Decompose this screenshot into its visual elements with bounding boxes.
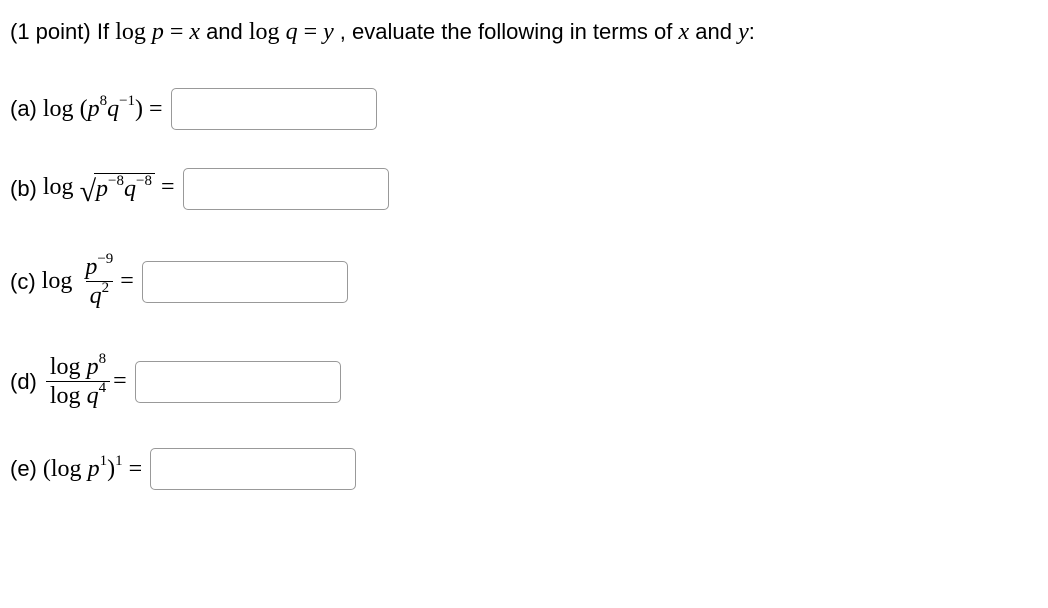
part-c-equals: =: [120, 268, 134, 295]
part-c-label: (c): [10, 269, 36, 295]
intro-x2: x: [679, 19, 690, 45]
intro-log-p: log: [115, 19, 152, 45]
part-b-label: (b): [10, 176, 37, 202]
part-b-equals: =: [155, 174, 175, 200]
part-d-num-p: p: [87, 354, 99, 380]
part-a-close: ) =: [135, 96, 163, 122]
part-a: (a) log (p8q−1) =: [10, 86, 1038, 132]
part-b-q-exp: −8: [136, 173, 152, 189]
part-b-input[interactable]: [183, 168, 389, 210]
part-e-open: (: [43, 456, 51, 482]
intro-colon: :: [749, 19, 755, 44]
intro-eq2: =: [298, 19, 324, 45]
part-d-den-exp: 4: [99, 380, 107, 396]
intro-tail: , evaluate the following in terms of: [340, 19, 679, 44]
part-a-input[interactable]: [171, 88, 377, 130]
part-d-num-log: log: [50, 354, 87, 380]
part-c-log: log: [42, 268, 79, 295]
part-e-close: ): [107, 456, 115, 482]
part-d-input[interactable]: [135, 361, 341, 403]
part-a-q: q: [107, 96, 119, 122]
intro-and: and: [206, 19, 249, 44]
part-e-outer-exp: 1: [115, 453, 123, 469]
part-c-num-p: p: [85, 254, 97, 280]
part-e-log: log: [51, 456, 88, 482]
part-c-input[interactable]: [142, 261, 348, 303]
part-d-label: (d): [10, 369, 37, 395]
part-e: (e) (log p1)1 =: [10, 446, 1038, 492]
part-d: (d) log p8 log q4 =: [10, 346, 1038, 418]
part-b-p-exp: −8: [108, 173, 124, 189]
part-e-label: (e): [10, 456, 37, 482]
intro-log-q: log: [249, 19, 286, 45]
part-e-input[interactable]: [150, 448, 356, 490]
part-b: (b) log √p−8q−8 =: [10, 166, 1038, 212]
part-e-inner-exp: 1: [100, 453, 108, 469]
problem-intro: (1 point) If log p = x and log q = y , e…: [10, 16, 1038, 50]
part-e-equals: =: [123, 456, 143, 482]
part-a-p-exp: 8: [100, 93, 108, 109]
part-d-den-q: q: [87, 383, 99, 409]
part-a-p: p: [88, 96, 100, 122]
intro-if: If: [97, 19, 109, 44]
part-d-equals: =: [113, 368, 127, 395]
part-c-num-exp: −9: [97, 251, 113, 267]
part-d-num-exp: 8: [99, 351, 107, 367]
points-label: (1 point): [10, 19, 97, 44]
part-c: (c) log p−9 q2 =: [10, 246, 1038, 318]
part-b-p: p: [96, 176, 108, 202]
part-a-label: (a): [10, 96, 37, 122]
intro-q: q: [286, 19, 298, 45]
intro-and2: and: [689, 19, 738, 44]
intro-eq1: =: [164, 19, 190, 45]
part-c-den-q: q: [90, 283, 102, 309]
part-a-open: (: [80, 96, 88, 122]
intro-p: p: [152, 19, 164, 45]
part-b-log: log: [43, 174, 80, 200]
part-a-q-exp: −1: [119, 93, 135, 109]
part-c-den-exp: 2: [102, 280, 110, 296]
intro-y2: y: [738, 19, 749, 45]
intro-x: x: [189, 19, 200, 45]
part-a-log: log: [43, 96, 80, 122]
part-e-p: p: [88, 456, 100, 482]
part-b-q: q: [124, 176, 136, 202]
intro-y: y: [323, 19, 334, 45]
part-d-den-log: log: [50, 383, 87, 409]
